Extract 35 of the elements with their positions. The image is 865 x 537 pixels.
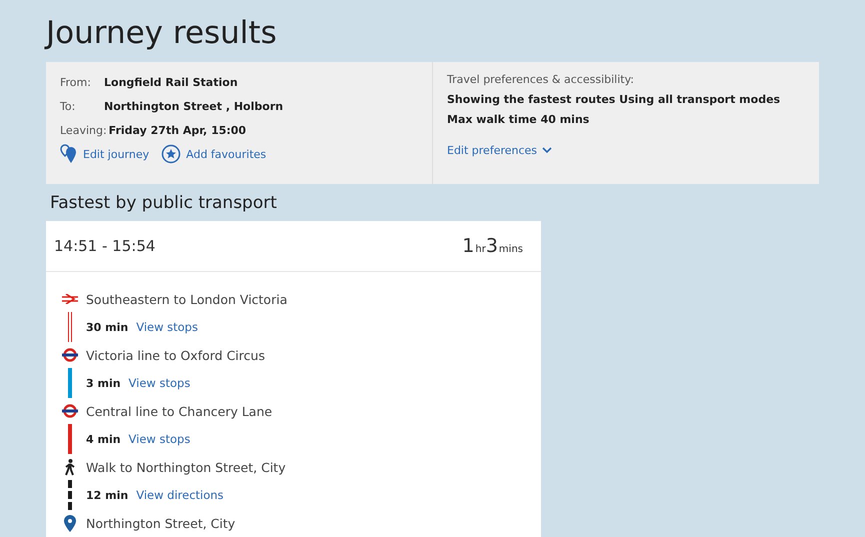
destination-text: Northington Street , Holborn: [104, 100, 284, 112]
leg-duration: 4 min: [86, 432, 121, 446]
roundel-icon: [62, 404, 78, 418]
chevron-down-icon: [542, 147, 552, 154]
edit-journey-link[interactable]: Edit journey: [60, 144, 150, 164]
view-stops-link[interactable]: View stops: [136, 320, 198, 334]
preferences-text: Showing the fastest routes Using all transport modes Max walk time 40 mins: [447, 92, 782, 128]
leg-title: Northington Street, City: [86, 516, 236, 530]
section-heading: Fastest by public transport: [50, 192, 278, 214]
leg-title: Walk to Northington Street, City: [86, 460, 286, 474]
preferences-heading: Travel preferences & accessibility:: [447, 73, 636, 86]
edit-preferences-link[interactable]: Edit preferences: [447, 144, 552, 157]
field-label: To:: [60, 100, 76, 112]
leg-title: Central line to Chancery Lane: [86, 404, 272, 418]
departure-text: Friday 27th Apr, 15:00: [108, 124, 246, 136]
view-stops-link[interactable]: View stops: [128, 432, 190, 446]
add-favourites-link[interactable]: Add favourites: [161, 144, 266, 164]
leg-duration: 3 min: [86, 376, 121, 390]
field-label: Leaving:: [60, 124, 107, 136]
roundel-icon: [62, 348, 78, 362]
leg-duration: 30 min: [86, 320, 128, 334]
field-label: From:: [60, 76, 92, 88]
map-pins-icon: [60, 144, 78, 164]
origin-text: Longfield Rail Station: [104, 76, 238, 88]
leg-title: Victoria line to Oxford Circus: [86, 348, 265, 362]
view-stops-link[interactable]: View stops: [128, 376, 190, 390]
view-stops-link[interactable]: View directions: [136, 488, 224, 502]
journey-duration: 1 hr3 mins: [462, 235, 523, 257]
rail-icon: [62, 294, 78, 304]
journey-times: 14:51 - 15:54: [54, 237, 156, 255]
walking-person-icon: [64, 458, 76, 476]
location-pin-icon: [64, 514, 76, 532]
page-title: Journey results: [46, 14, 278, 52]
leg-title: Southeastern to London Victoria: [86, 292, 288, 306]
leg-duration: 12 min: [86, 488, 128, 502]
